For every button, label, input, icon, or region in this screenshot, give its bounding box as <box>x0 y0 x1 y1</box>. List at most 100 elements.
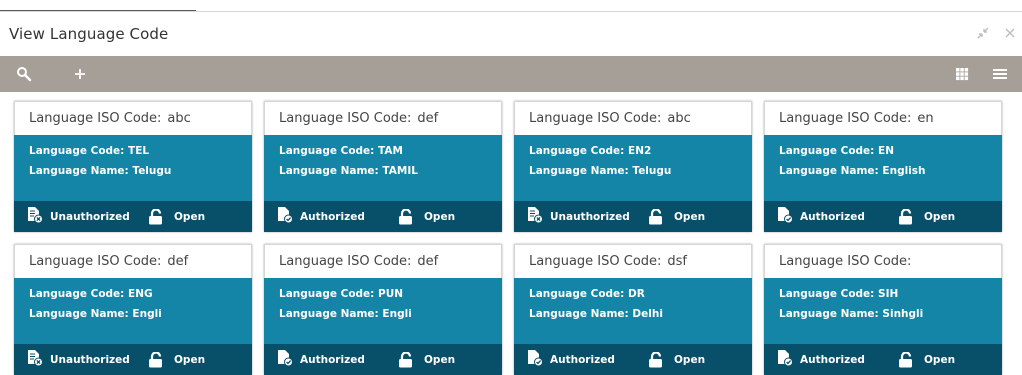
language-card-3[interactable]: Language ISO Code: abc Language Code: EN… <box>514 101 752 232</box>
open-label: Open <box>674 353 706 366</box>
language-name-label: Language Name: <box>279 308 379 320</box>
language-name-value: English <box>882 165 926 177</box>
authorization-status: Unauthorized <box>526 206 648 227</box>
card-footer: Authorized Open <box>264 201 502 232</box>
language-card-8[interactable]: Language ISO Code: Language Code: SIH La… <box>764 244 1002 375</box>
unlock-icon <box>649 208 662 224</box>
card-body: Language Code: SIH Language Name: Sinhgl… <box>764 278 1002 344</box>
language-code-line: Language Code: TAM <box>279 141 502 161</box>
language-code-label: Language Code: <box>779 288 875 300</box>
language-name-label: Language Name: <box>529 308 629 320</box>
card-header: Language ISO Code: dsf <box>514 244 752 278</box>
language-code-value: TEL <box>128 145 150 157</box>
card-body: Language Code: ENG Language Name: Engli <box>14 278 252 344</box>
card-footer: Authorized Open <box>764 344 1002 375</box>
add-icon[interactable] <box>64 56 96 92</box>
card-body: Language Code: TEL Language Name: Telugu <box>14 135 252 201</box>
status-label: Authorized <box>300 210 365 223</box>
iso-code-label: Language ISO Code: <box>529 111 662 126</box>
language-name-line: Language Name: Delhi <box>529 304 752 324</box>
grid-view-icon[interactable] <box>946 56 978 92</box>
language-name-value: Telugu <box>132 165 172 177</box>
language-code-line: Language Code: PUN <box>279 284 502 304</box>
iso-code-value: def <box>417 254 439 269</box>
language-code-label: Language Code: <box>779 145 875 157</box>
record-status-open: Open <box>898 351 955 368</box>
iso-code-label: Language ISO Code: <box>779 254 912 269</box>
language-card-grid: Language ISO Code: abc Language Code: TE… <box>14 101 1002 375</box>
language-name-line: Language Name: Sinhgli <box>779 304 1002 324</box>
page-title: View Language Code <box>9 25 169 43</box>
language-name-label: Language Name: <box>779 308 879 320</box>
language-name-value: Delhi <box>632 308 663 320</box>
list-view-icon[interactable] <box>984 56 1016 92</box>
language-name-value: TAMIL <box>382 165 418 177</box>
language-card-5[interactable]: Language ISO Code: def Language Code: EN… <box>14 244 252 375</box>
language-name-line: Language Name: TAMIL <box>279 161 502 181</box>
language-code-value: SIH <box>878 288 899 300</box>
authorization-status: Authorized <box>276 206 398 227</box>
status-label: Unauthorized <box>50 210 130 223</box>
toolbar <box>0 56 1022 92</box>
card-footer: Authorized Open <box>514 344 752 375</box>
record-status-open: Open <box>648 351 706 368</box>
status-label: Authorized <box>300 353 365 366</box>
language-name-line: Language Name: Engli <box>279 304 502 324</box>
iso-code-value: abc <box>167 111 191 126</box>
authorization-status: Unauthorized <box>26 349 148 370</box>
language-name-value: Engli <box>382 308 412 320</box>
language-code-label: Language Code: <box>279 145 375 157</box>
language-card-6[interactable]: Language ISO Code: def Language Code: PU… <box>264 244 502 375</box>
language-name-value: Engli <box>132 308 162 320</box>
status-label: Authorized <box>550 353 615 366</box>
card-body: Language Code: EN2 Language Name: Telugu <box>514 135 752 201</box>
minimize-icon[interactable] <box>976 26 990 44</box>
language-code-value: ENG <box>128 288 153 300</box>
language-name-label: Language Name: <box>29 165 129 177</box>
open-label: Open <box>924 210 956 223</box>
status-label: Unauthorized <box>50 353 130 366</box>
card-header: Language ISO Code: en <box>764 101 1002 135</box>
card-header: Language ISO Code: def <box>14 244 252 278</box>
unlock-icon <box>149 208 162 224</box>
language-code-line: Language Code: SIH <box>779 284 1002 304</box>
language-name-line: Language Name: Telugu <box>529 161 752 181</box>
authorized-icon <box>778 350 793 367</box>
language-code-value: DR <box>628 288 645 300</box>
authorization-status: Authorized <box>276 349 398 370</box>
language-name-value: Sinhgli <box>882 308 924 320</box>
iso-code-label: Language ISO Code: <box>29 254 162 269</box>
iso-code-value: abc <box>667 111 691 126</box>
unauthorized-icon <box>528 207 543 224</box>
close-icon[interactable] <box>1004 27 1016 43</box>
open-label: Open <box>674 210 706 223</box>
open-label: Open <box>424 353 456 366</box>
language-card-1[interactable]: Language ISO Code: abc Language Code: TE… <box>14 101 252 232</box>
language-card-7[interactable]: Language ISO Code: dsf Language Code: DR… <box>514 244 752 375</box>
language-name-label: Language Name: <box>279 165 379 177</box>
search-icon[interactable] <box>8 56 40 92</box>
card-header: Language ISO Code: def <box>264 244 502 278</box>
record-status-open: Open <box>148 208 205 225</box>
authorization-status: Unauthorized <box>26 206 148 227</box>
language-card-4[interactable]: Language ISO Code: en Language Code: EN … <box>764 101 1002 232</box>
language-code-value: TAM <box>378 145 403 157</box>
language-name-label: Language Name: <box>779 165 879 177</box>
iso-code-label: Language ISO Code: <box>29 111 162 126</box>
language-code-line: Language Code: ENG <box>29 284 252 304</box>
iso-code-value: en <box>917 111 934 126</box>
iso-code-value: dsf <box>667 254 688 269</box>
open-label: Open <box>174 353 206 366</box>
card-footer: Unauthorized Open <box>14 201 252 232</box>
card-body: Language Code: PUN Language Name: Engli <box>264 278 502 344</box>
status-label: Authorized <box>800 210 865 223</box>
language-name-label: Language Name: <box>529 165 629 177</box>
open-label: Open <box>424 210 456 223</box>
language-code-label: Language Code: <box>529 288 625 300</box>
language-card-2[interactable]: Language ISO Code: def Language Code: TA… <box>264 101 502 232</box>
language-code-line: Language Code: TEL <box>29 141 252 161</box>
language-code-label: Language Code: <box>29 145 125 157</box>
card-footer: Unauthorized Open <box>14 344 252 375</box>
unauthorized-icon <box>28 350 43 367</box>
unlock-icon <box>899 351 912 367</box>
